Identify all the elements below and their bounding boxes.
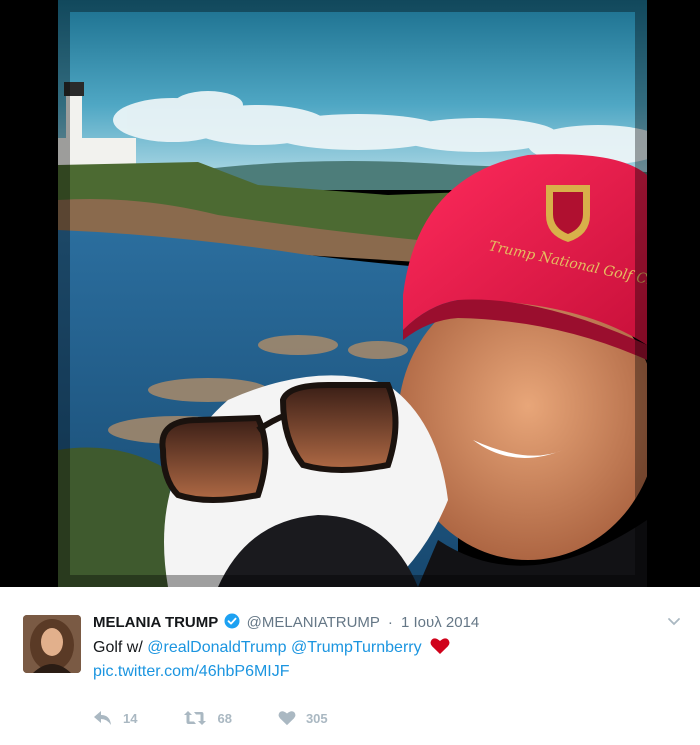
chevron-down-icon[interactable] — [666, 613, 682, 629]
tweet-media[interactable]: Trump National Golf Club — [0, 0, 700, 587]
red-heart-icon — [430, 637, 450, 655]
retweet-button[interactable]: 68 — [183, 710, 232, 726]
tweet-actions: 14 68 305 — [93, 707, 374, 729]
reply-button[interactable]: 14 — [93, 710, 137, 726]
like-count: 305 — [305, 710, 328, 726]
tweet-text: Golf w/ @realDonaldTrump @TrumpTurnberry… — [93, 636, 670, 684]
avatar[interactable] — [23, 615, 81, 673]
heart-icon — [278, 711, 296, 726]
tweet-text-prefix: Golf w/ — [93, 639, 143, 656]
reply-count: 14 — [123, 710, 138, 726]
verified-badge-icon — [224, 613, 240, 629]
avatar-image — [23, 615, 81, 673]
selfie-photo-image: Trump National Golf Club — [58, 0, 647, 587]
mention-link-trumpturnberry[interactable]: @TrumpTurnberry — [291, 639, 422, 656]
author-name[interactable]: MELANIA TRUMP — [93, 614, 218, 631]
pic-link[interactable]: pic.twitter.com/46hbP6MIJF — [93, 663, 290, 680]
reply-icon — [94, 711, 111, 725]
tweet-header: MELANIA TRUMP @MELANIATRUMP · 1 Ιουλ 201… — [93, 613, 660, 633]
tweet-photo[interactable]: Trump National Golf Club — [58, 0, 647, 587]
like-button[interactable]: 305 — [278, 710, 328, 726]
mention-link-realdonaldtrump[interactable]: @realDonaldTrump — [147, 639, 286, 656]
retweet-count: 68 — [217, 710, 232, 726]
tweet-card: MELANIA TRUMP @MELANIATRUMP · 1 Ιουλ 201… — [0, 587, 700, 745]
separator-dot: · — [387, 614, 393, 631]
author-handle[interactable]: @MELANIATRUMP — [247, 614, 380, 631]
retweet-icon — [184, 711, 207, 725]
tweet-date[interactable]: 1 Ιουλ 2014 — [401, 614, 479, 631]
